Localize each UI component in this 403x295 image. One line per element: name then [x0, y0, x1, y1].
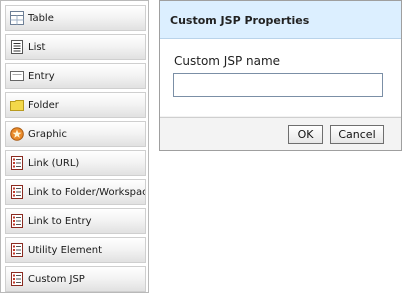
link-entry-icon — [10, 214, 24, 228]
palette-item-graphic[interactable]: Graphic — [5, 121, 146, 147]
palette-item-list[interactable]: List — [5, 34, 146, 60]
palette-item-link-to-entry[interactable]: Link to Entry — [5, 208, 146, 234]
dialog-footer: OK Cancel — [160, 117, 401, 150]
custom-jsp-properties-dialog: Custom JSP Properties Custom JSP name OK… — [159, 0, 402, 151]
palette-item-label: Link (URL) — [28, 157, 80, 169]
element-palette: Table List Entry Folder Graphic Link (UR… — [0, 0, 149, 293]
palette-item-link-url[interactable]: Link (URL) — [5, 150, 146, 176]
palette-item-custom-jsp[interactable]: Custom JSP — [5, 266, 146, 292]
dialog-body: Custom JSP name — [160, 39, 401, 116]
custom-jsp-name-input[interactable] — [173, 73, 383, 97]
palette-item-label: List — [28, 41, 46, 53]
palette-item-label: Graphic — [28, 128, 67, 140]
palette-item-table[interactable]: Table — [5, 5, 146, 31]
palette-item-label: Custom JSP — [28, 273, 85, 285]
palette-item-label: Utility Element — [28, 244, 102, 256]
table-icon — [10, 11, 24, 25]
palette-item-folder[interactable]: Folder — [5, 92, 146, 118]
palette-item-label: Link to Entry — [28, 215, 92, 227]
dialog-title: Custom JSP Properties — [170, 14, 310, 27]
custom-jsp-icon — [10, 272, 24, 286]
custom-jsp-name-label: Custom JSP name — [174, 54, 281, 68]
palette-item-utility-element[interactable]: Utility Element — [5, 237, 146, 263]
folder-icon — [10, 98, 24, 112]
palette-item-label: Table — [28, 12, 54, 24]
link-url-icon — [10, 156, 24, 170]
list-icon — [10, 40, 24, 54]
palette-item-entry[interactable]: Entry — [5, 63, 146, 89]
graphic-icon — [10, 127, 24, 141]
palette-item-label: Link to Folder/Workspace — [28, 186, 146, 198]
link-folder-icon — [10, 185, 24, 199]
entry-icon — [10, 69, 24, 83]
palette-item-link-folder-workspace[interactable]: Link to Folder/Workspace — [5, 179, 146, 205]
utility-element-icon — [10, 243, 24, 257]
dialog-header: Custom JSP Properties — [160, 1, 401, 39]
cancel-button[interactable]: Cancel — [330, 125, 384, 144]
palette-item-label: Entry — [28, 70, 55, 82]
ok-button[interactable]: OK — [288, 125, 323, 144]
palette-item-label: Folder — [28, 99, 59, 111]
